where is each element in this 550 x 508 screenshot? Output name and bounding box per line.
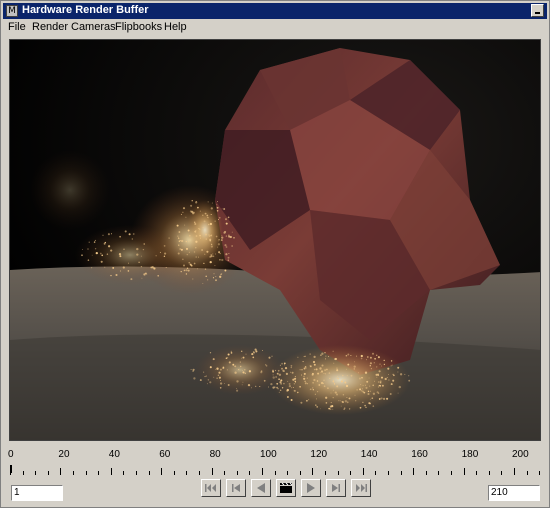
timeline-minor-tick [526,471,528,475]
timeline-minor-tick [325,471,326,475]
timeline-tick-label: 200 [512,449,529,460]
start-frame-field[interactable]: 1 [11,485,63,501]
render-viewport[interactable] [9,39,541,441]
timeline-major-tick [362,468,364,475]
maya-app-icon[interactable]: M [6,5,18,17]
timeline-minor-tick [123,471,125,475]
rendered-scene-image [10,40,540,440]
menu-render[interactable]: Render [32,21,68,33]
timeline-minor-tick [199,471,200,475]
hardware-render-buffer-window: M Hardware Render Buffer File Render Cam… [0,0,550,508]
timeline-major-tick [463,468,465,475]
time-slider[interactable]: 0 20 40 60 80 100 120 140 160 180 200 [6,445,546,475]
play-backward-button[interactable] [251,479,271,497]
timeline-major-tick [60,468,62,475]
timeline-minor-tick [148,471,150,475]
timeline-minor-tick [22,471,24,475]
timeline-tick-label: 0 [8,449,14,460]
timeline-major-tick [312,468,314,475]
play-forward-button[interactable] [301,479,321,497]
title-bar[interactable]: M Hardware Render Buffer [3,3,547,19]
timeline-minor-tick [136,471,137,475]
play-backward-icon [257,483,265,493]
timeline-tick-label: 160 [411,449,428,460]
timeline-major-tick [413,468,415,475]
timeline-minor-tick [438,471,440,475]
timeline-minor-tick [47,471,49,475]
timeline-tick-label: 120 [310,449,328,460]
timeline-minor-tick [224,471,226,475]
go-to-start-button[interactable] [201,479,221,497]
go-to-end-icon [356,484,367,492]
timeline-minor-tick [236,471,238,475]
step-forward-button[interactable] [326,479,346,497]
timeline-major-tick [211,468,213,475]
menu-cameras[interactable]: Cameras [71,21,116,33]
timeline-minor-tick [186,471,188,475]
timeline-minor-tick [476,471,478,475]
minimize-button[interactable] [531,4,544,17]
timeline-minor-tick [299,471,301,475]
timeline-minor-tick [451,471,452,475]
timeline-major-tick [262,468,263,475]
timeline-minor-tick [73,471,74,475]
step-back-button[interactable] [226,479,246,497]
end-frame-field[interactable]: 210 [488,485,540,501]
timeline-tick-label: 180 [461,449,479,460]
menu-bar: File Render Cameras Flipbooks Help [3,20,547,36]
timeline-minor-tick [35,471,37,475]
timeline-minor-tick [98,471,100,475]
timeline-minor-tick [350,471,352,475]
timeline-tick-label: 140 [360,449,378,460]
timeline-major-tick [161,468,163,475]
timeline-minor-tick [249,471,251,475]
step-forward-icon [332,484,340,492]
go-to-start-icon [205,484,216,492]
current-time-indicator[interactable] [10,465,12,473]
timeline-major-tick [110,468,112,475]
timeline-minor-tick [488,471,490,475]
window-title: Hardware Render Buffer [22,4,149,16]
clapboard-button[interactable] [276,479,296,497]
timeline-tick-label: 40 [108,449,120,460]
timeline-minor-tick [85,471,87,475]
timeline-tick-label: 20 [58,449,70,460]
timeline-tick-label: 60 [159,449,171,460]
go-to-end-button[interactable] [351,479,371,497]
timeline-major-tick [514,468,515,475]
timeline-tick-label: 80 [209,449,221,460]
timeline-minor-tick [375,471,377,475]
step-back-icon [232,484,240,492]
menu-file[interactable]: File [8,21,26,33]
timeline-minor-tick [539,471,541,475]
play-forward-icon [307,483,315,493]
menu-flipbooks[interactable]: Flipbooks [115,21,162,33]
timeline-minor-tick [173,471,175,475]
timeline-minor-tick [287,471,289,475]
timeline-minor-tick [337,471,339,475]
clapboard-icon [280,482,293,493]
timeline-minor-tick [501,471,503,475]
timeline-minor-tick [400,471,402,475]
timeline-minor-tick [274,471,276,475]
menu-help[interactable]: Help [164,21,187,33]
timeline-minor-tick [388,471,389,475]
timeline-tick-label: 100 [260,449,277,460]
timeline-minor-tick [425,471,427,475]
